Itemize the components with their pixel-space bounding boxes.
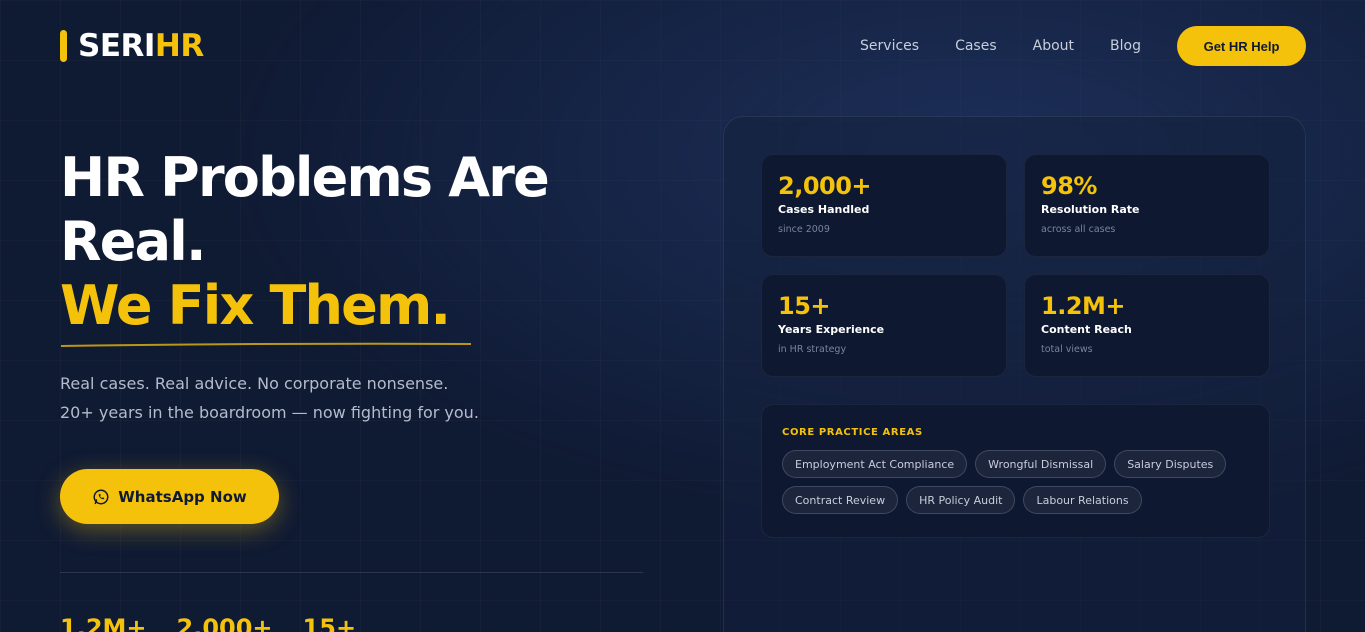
stat-sub: since 2009 [778, 224, 830, 235]
whatsapp-now-label: WhatsApp Now [118, 487, 247, 506]
nav-link-blog[interactable]: Blog [1110, 38, 1141, 54]
stat-card-resolution: 98% Resolution Rate across all cases [1024, 154, 1270, 257]
whatsapp-icon [93, 489, 109, 504]
logo-hr: HR [154, 28, 204, 64]
stat-sub: across all cases [1041, 224, 1116, 235]
stat-value: 98% [1041, 172, 1097, 200]
tag-employment-act[interactable]: Employment Act Compliance [782, 450, 968, 478]
tag-wrongful-dismissal[interactable]: Wrongful Dismissal [975, 450, 1107, 478]
headline-line-2: Real. [60, 210, 206, 273]
headline-underline [60, 342, 472, 347]
nav-link-cases[interactable]: Cases [955, 38, 997, 54]
stat-card-experience: 15+ Years Experience in HR strategy [761, 274, 1007, 377]
stat-label: Content Reach [1041, 323, 1132, 336]
stat-card-cases: 2,000+ Cases Handled since 2009 [761, 154, 1007, 257]
stat-sub: in HR strategy [778, 344, 847, 355]
stat-sub: total views [1041, 344, 1093, 355]
whatsapp-now-button[interactable]: WhatsApp Now [60, 469, 279, 524]
nav-link-about[interactable]: About [1033, 38, 1074, 54]
logo-seri: SERI [78, 28, 155, 64]
logo-text: SERIHR [78, 28, 204, 64]
stat-card-reach: 1.2M+ Content Reach total views [1024, 274, 1270, 377]
bottom-stat-cases: 2,000+ [176, 614, 273, 632]
hero-subtitle-line-1: Real cases. Real advice. No corporate no… [60, 374, 449, 393]
hero-subtitle-line-2: 20+ years in the boardroom — now fightin… [60, 403, 479, 422]
bottom-stats: 1.2M+ 2,000+ 15+ [60, 614, 386, 632]
headline-accent: We Fix Them. [60, 274, 451, 337]
stat-label: Resolution Rate [1041, 203, 1140, 216]
stats-panel: 2,000+ Cases Handled since 2009 98% Reso… [723, 116, 1306, 632]
tag-contract-review[interactable]: Contract Review [782, 486, 899, 514]
hero-divider [60, 572, 643, 573]
logo-bar [60, 30, 67, 62]
logo[interactable]: SERIHR [60, 28, 204, 64]
stat-value: 15+ [778, 292, 831, 320]
get-hr-help-button[interactable]: Get HR Help [1177, 26, 1306, 66]
stat-value: 2,000+ [778, 172, 872, 200]
tag-hr-policy-audit[interactable]: HR Policy Audit [906, 486, 1016, 514]
hero-headline: HR Problems Are Real. We Fix Them. [60, 146, 680, 338]
hero-subtitle: Real cases. Real advice. No corporate no… [60, 369, 479, 427]
headline-line-1: HR Problems Are [60, 146, 550, 209]
nav-link-services[interactable]: Services [860, 38, 919, 54]
stat-value: 1.2M+ [1041, 292, 1126, 320]
practice-tags: Employment Act Compliance Wrongful Dismi… [782, 450, 1249, 522]
main-nav: Services Cases About Blog Get HR Help [860, 26, 1306, 66]
tag-salary-disputes[interactable]: Salary Disputes [1114, 450, 1227, 478]
tag-labour-relations[interactable]: Labour Relations [1023, 486, 1142, 514]
bottom-stat-years: 15+ [302, 614, 357, 632]
practice-areas-title: CORE PRACTICE AREAS [782, 427, 923, 438]
stat-label: Years Experience [778, 323, 885, 336]
practice-areas-card: CORE PRACTICE AREAS Employment Act Compl… [761, 404, 1270, 538]
bottom-stat-reach: 1.2M+ [60, 614, 147, 632]
stat-label: Cases Handled [778, 203, 870, 216]
